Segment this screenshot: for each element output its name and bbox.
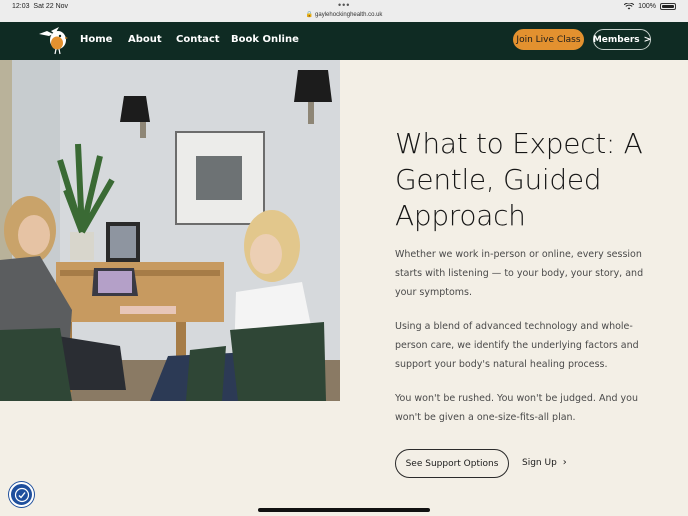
battery-percent: 100%: [638, 3, 656, 10]
status-time: 12:03 Sat 22 Nov: [12, 3, 69, 10]
members-label: Members: [592, 34, 640, 45]
nav-link-book-online[interactable]: Book Online: [231, 34, 299, 45]
lock-icon: 🔒: [305, 12, 314, 18]
battery-icon: [660, 3, 676, 10]
sign-up-label: Sign Up: [522, 457, 557, 468]
address-bar[interactable]: 🔒 gaylehockinghealth.co.uk: [0, 11, 688, 18]
status-bar: 12:03 Sat 22 Nov ••• 🔒 gaylehockinghealth…: [0, 0, 688, 22]
reassurance-paragraph: You won't be rushed. You won't be judged…: [395, 393, 638, 423]
bird-logo-icon[interactable]: [37, 25, 69, 55]
accessibility-icon: [14, 487, 29, 502]
multitask-dots-icon[interactable]: •••: [338, 0, 350, 10]
wifi-icon: [624, 3, 635, 10]
accessibility-button[interactable]: [9, 482, 34, 507]
chevron-right-icon: >: [643, 34, 652, 45]
consultation-photo: [0, 60, 340, 401]
page-title: What to Expect: A Gentle, Guided Approac…: [395, 127, 643, 232]
chevron-right-icon: ›: [562, 457, 567, 468]
members-button[interactable]: Members >: [593, 29, 651, 50]
nav-link-contact[interactable]: Contact: [176, 34, 220, 45]
see-support-options-button[interactable]: See Support Options: [395, 449, 509, 478]
intro-paragraph: Whether we work in-person or online, eve…: [395, 249, 644, 298]
sign-up-link[interactable]: Sign Up ›: [522, 457, 567, 468]
home-indicator[interactable]: [258, 508, 430, 512]
see-support-options-label: See Support Options: [405, 458, 499, 469]
url-text: gaylehockinghealth.co.uk: [315, 12, 383, 18]
join-live-class-button[interactable]: Join Live Class: [513, 29, 584, 50]
approach-paragraph: Using a blend of advanced technology and…: [395, 321, 639, 370]
nav-link-about[interactable]: About: [128, 34, 162, 45]
join-live-class-label: Join Live Class: [516, 34, 581, 45]
top-nav: Home About Contact Book Online Join Live…: [0, 22, 688, 60]
nav-link-home[interactable]: Home: [80, 34, 112, 45]
